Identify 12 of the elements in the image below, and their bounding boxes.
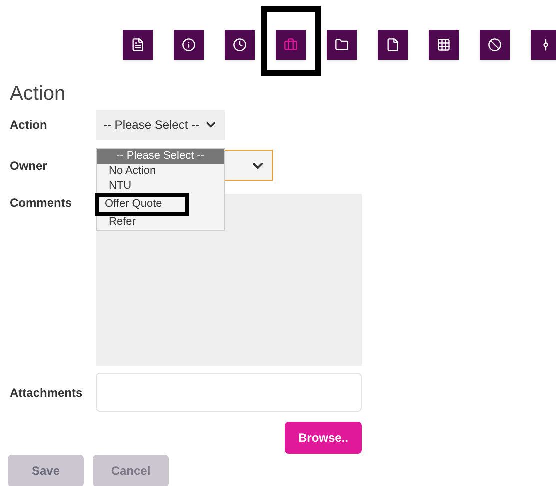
dropdown-option[interactable]: Offer Quote bbox=[105, 197, 162, 212]
field-label: Comments bbox=[10, 195, 74, 212]
dropdown-option[interactable]: NTU bbox=[97, 179, 224, 194]
dropdown-option[interactable]: No Action bbox=[97, 164, 224, 179]
field-label: Attachments bbox=[10, 384, 84, 402]
action-select[interactable]: -- Please Select -- bbox=[96, 110, 225, 140]
dropdown-option[interactable]: -- Please Select -- bbox=[97, 149, 224, 164]
field-label: Owner bbox=[10, 158, 48, 174]
section-heading: Action bbox=[10, 84, 66, 104]
browse-button[interactable]: Browse.. bbox=[285, 422, 362, 454]
field-label: Action bbox=[10, 117, 48, 134]
dropdown-option[interactable]: Refer bbox=[97, 215, 224, 230]
